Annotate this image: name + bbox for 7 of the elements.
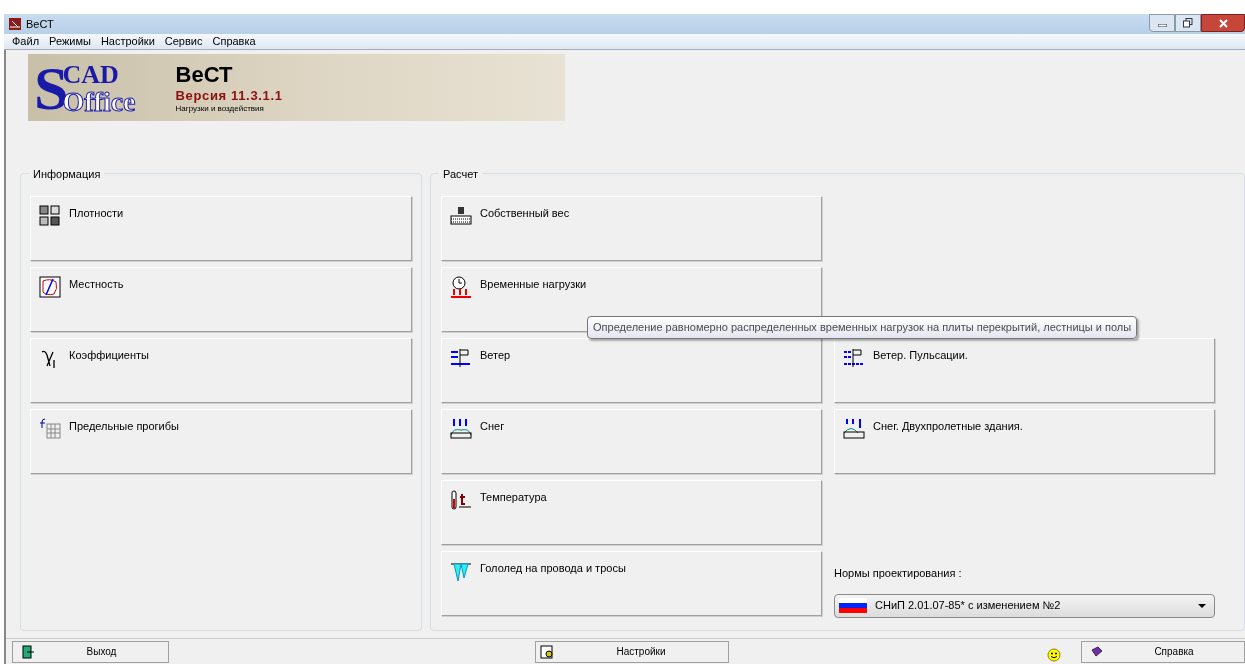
app-subtitle: Нагрузки и воздействия bbox=[175, 104, 265, 115]
app-name: ВеСТ bbox=[175, 60, 234, 89]
norms-label: Нормы проектирования : bbox=[834, 566, 963, 581]
tooltip: Определение равномерно распределенных временных нагрузок на плиты перекрытий, лестницы и полы bbox=[587, 316, 1138, 339]
window-title: ВеСТ bbox=[26, 16, 54, 32]
group-title: Информация bbox=[29, 166, 105, 183]
version-text: Версия 11.3.1.1 bbox=[175, 88, 283, 105]
